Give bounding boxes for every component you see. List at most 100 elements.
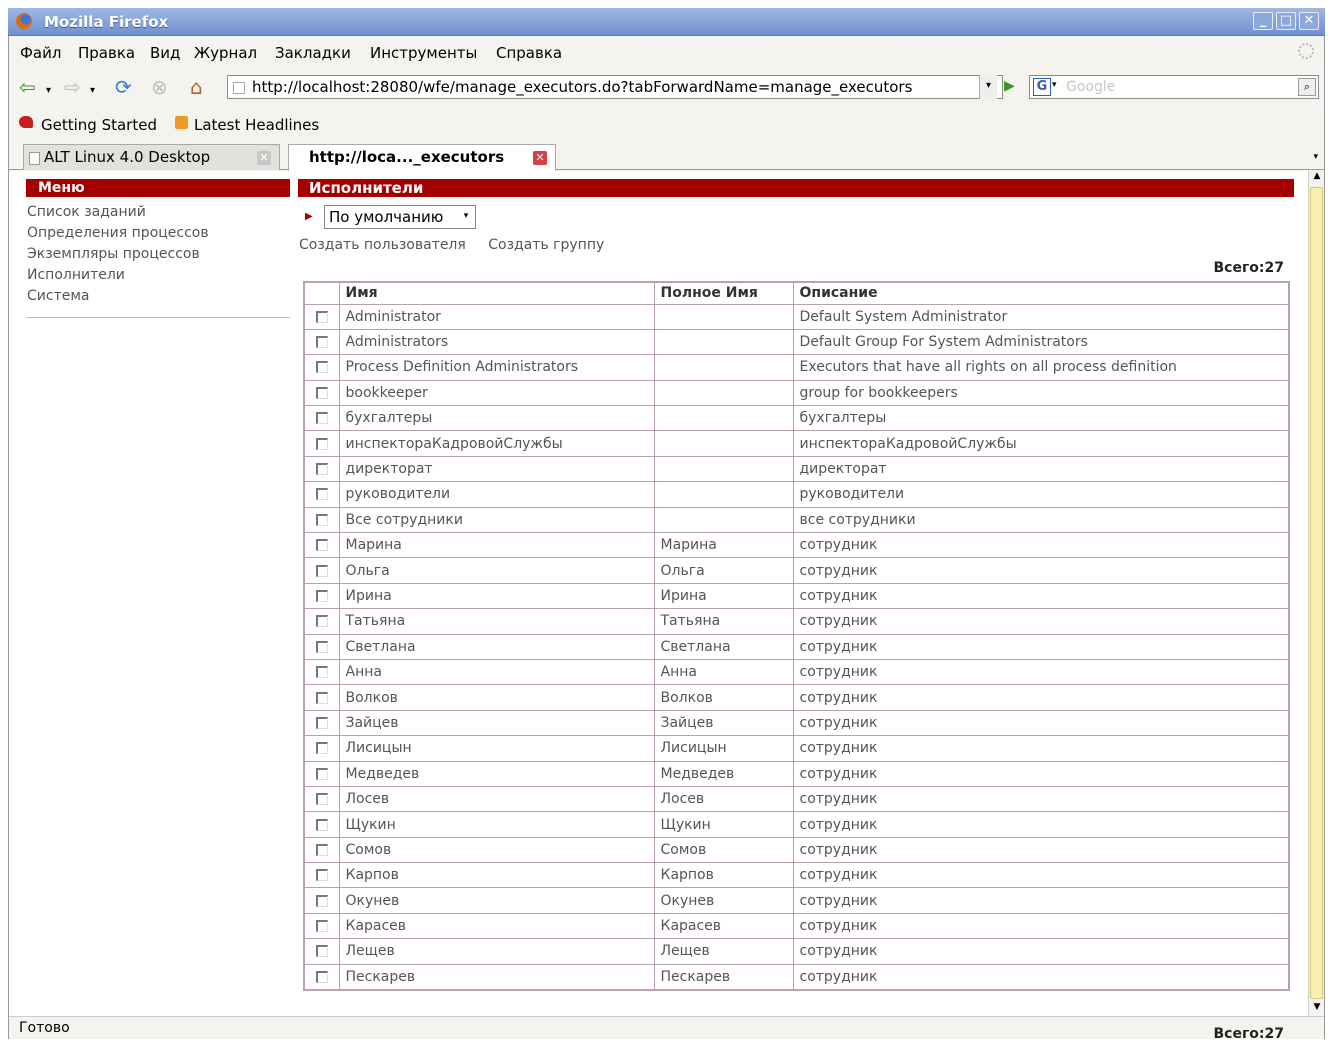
cell-name[interactable]: Лисицын	[338, 735, 655, 762]
row-checkbox[interactable]	[316, 463, 328, 476]
cell-name[interactable]: Волков	[338, 684, 655, 711]
menu-file[interactable]: Файл	[20, 44, 61, 62]
cell-name[interactable]: Татьяна	[338, 608, 655, 635]
cell-name[interactable]: Медведев	[338, 760, 655, 787]
row-checkbox[interactable]	[316, 767, 328, 780]
column-description[interactable]: Описание	[792, 281, 1290, 305]
vertical-scrollbar[interactable]: ▲ ▼	[1308, 171, 1324, 1016]
cell-name[interactable]: Лещев	[338, 938, 655, 965]
row-checkbox[interactable]	[316, 793, 328, 806]
row-checkbox[interactable]	[316, 564, 328, 577]
cell-name[interactable]: Все сотрудники	[338, 506, 655, 534]
row-checkbox[interactable]	[316, 640, 328, 653]
row-checkbox[interactable]	[316, 818, 328, 831]
menu-tools[interactable]: Инструменты	[370, 44, 477, 62]
menu-view[interactable]: Вид	[150, 44, 180, 62]
forward-icon[interactable]: ⇨	[64, 76, 81, 98]
reload-icon[interactable]: ⟳	[115, 76, 132, 98]
close-window-button[interactable]: ✕	[1299, 12, 1319, 30]
google-engine-icon[interactable]: G	[1033, 78, 1051, 96]
row-checkbox[interactable]	[316, 894, 328, 907]
scroll-up-icon[interactable]: ▲	[1311, 171, 1323, 185]
column-name[interactable]: Имя	[338, 281, 655, 305]
row-checkbox[interactable]	[316, 589, 328, 602]
cell-name[interactable]: Лосев	[338, 785, 655, 813]
stop-icon[interactable]: ⊗	[151, 76, 168, 98]
create-group-link[interactable]: Создать группу	[488, 237, 604, 253]
row-checkbox[interactable]	[316, 488, 328, 501]
row-checkbox[interactable]	[316, 843, 328, 856]
row-checkbox[interactable]	[316, 869, 328, 882]
row-checkbox[interactable]	[316, 945, 328, 958]
row-checkbox[interactable]	[316, 615, 328, 628]
go-icon[interactable]: ▶	[1004, 78, 1022, 96]
menu-bookmarks[interactable]: Закладки	[275, 44, 351, 62]
row-checkbox[interactable]	[316, 361, 328, 374]
row-checkbox[interactable]	[316, 742, 328, 755]
row-checkbox[interactable]	[316, 716, 328, 729]
cell-name[interactable]: Ирина	[338, 582, 655, 610]
search-icon[interactable]: ⌕	[1298, 78, 1316, 96]
bookmark-getting-started[interactable]: Getting Started	[41, 116, 157, 134]
tab-executors[interactable]: http://loca..._executors ✕	[288, 144, 556, 171]
tab-list-icon[interactable]: ▾	[1313, 152, 1318, 162]
url-input[interactable]: http://localhost:28080/wfe/manage_execut…	[227, 75, 1003, 99]
engine-dropdown-icon[interactable]: ▾	[1052, 80, 1057, 90]
url-dropdown-icon[interactable]: ▾	[979, 75, 997, 99]
sidebar-item-executors[interactable]: Исполнители	[27, 265, 290, 286]
cell-name[interactable]: Окунев	[338, 887, 655, 914]
tab-alt-linux[interactable]: ALT Linux 4.0 Desktop ✕	[23, 144, 280, 170]
bookmark-latest-headlines[interactable]: Latest Headlines	[194, 116, 319, 134]
cell-name[interactable]: Зайцев	[338, 709, 655, 737]
sidebar-item-instances[interactable]: Экземпляры процессов	[27, 244, 290, 265]
row-checkbox[interactable]	[316, 970, 328, 983]
expand-arrow-icon[interactable]: ▶	[305, 211, 313, 222]
filter-select[interactable]: По умолчанию ▾	[324, 205, 476, 229]
cell-name[interactable]: директорат	[338, 455, 655, 483]
cell-name[interactable]: Щукин	[338, 811, 655, 838]
minimize-button[interactable]: _	[1253, 12, 1273, 30]
sidebar-item-system[interactable]: Система	[27, 286, 290, 307]
row-checkbox[interactable]	[316, 437, 328, 450]
row-checkbox[interactable]	[316, 539, 328, 552]
cell-name[interactable]: Пескарев	[338, 963, 655, 991]
back-dropdown-icon[interactable]: ▾	[46, 80, 51, 102]
back-icon[interactable]: ⇦	[19, 76, 36, 98]
sidebar-item-definitions[interactable]: Определения процессов	[27, 223, 290, 244]
search-input[interactable]: G ▾ Google ⌕	[1029, 75, 1319, 99]
cell-name[interactable]: Марина	[338, 532, 655, 559]
row-checkbox[interactable]	[316, 310, 328, 323]
row-checkbox[interactable]	[316, 920, 328, 933]
maximize-button[interactable]: □	[1276, 12, 1296, 30]
forward-dropdown-icon[interactable]: ▾	[90, 80, 95, 102]
cell-name[interactable]: Process Definition Administrators	[338, 354, 655, 381]
menu-edit[interactable]: Правка	[78, 44, 135, 62]
cell-name[interactable]: Сомов	[338, 836, 655, 864]
cell-name[interactable]: Administrator	[338, 303, 655, 330]
create-user-link[interactable]: Создать пользователя	[299, 237, 466, 253]
tab-close-icon[interactable]: ✕	[257, 151, 271, 165]
menu-history[interactable]: Журнал	[194, 44, 257, 62]
column-full-name[interactable]: Полное Имя	[653, 281, 794, 305]
home-icon[interactable]: ⌂	[190, 76, 203, 98]
cell-name[interactable]: Светлана	[338, 633, 655, 660]
menu-help[interactable]: Справка	[496, 44, 562, 62]
tab-close-icon[interactable]: ✕	[533, 151, 547, 165]
cell-name[interactable]: инспектораКадровойСлужбы	[338, 430, 655, 457]
row-checkbox[interactable]	[316, 386, 328, 399]
row-checkbox[interactable]	[316, 513, 328, 526]
cell-name[interactable]: руководители	[338, 481, 655, 508]
row-checkbox[interactable]	[316, 666, 328, 679]
cell-name[interactable]: бухгалтеры	[338, 405, 655, 432]
row-checkbox[interactable]	[316, 336, 328, 349]
scroll-thumb[interactable]	[1310, 187, 1323, 999]
cell-name[interactable]: Ольга	[338, 557, 655, 584]
cell-name[interactable]: Карасев	[338, 912, 655, 940]
scroll-down-icon[interactable]: ▼	[1311, 1002, 1323, 1016]
row-checkbox[interactable]	[316, 412, 328, 425]
cell-name[interactable]: Карпов	[338, 862, 655, 889]
sidebar-item-tasks[interactable]: Список заданий	[27, 202, 290, 223]
cell-name[interactable]: bookkeeper	[338, 379, 655, 407]
cell-name[interactable]: Administrators	[338, 328, 655, 356]
cell-name[interactable]: Анна	[338, 658, 655, 686]
